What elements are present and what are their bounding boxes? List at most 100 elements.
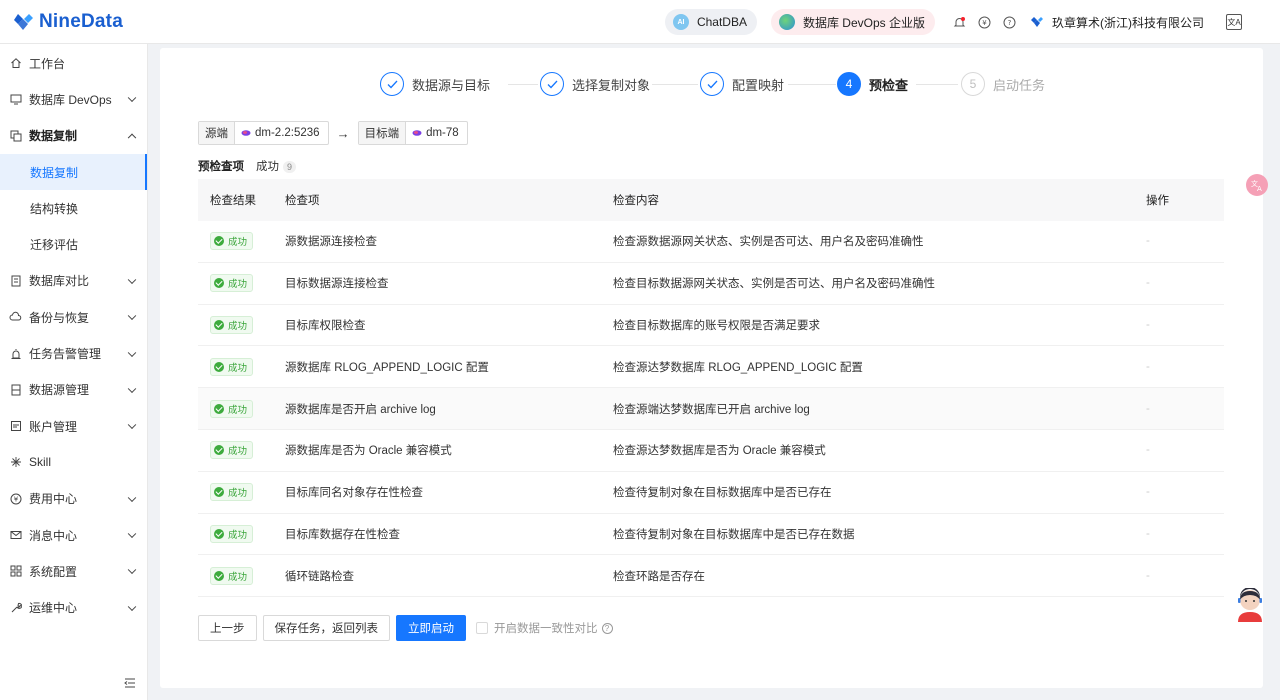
devops-edition-button[interactable]: 数据库 DevOps 企业版 — [770, 9, 935, 35]
action-cell: - — [1146, 318, 1150, 331]
support-avatar-icon[interactable] — [1235, 588, 1265, 622]
ninedata-logo-icon — [14, 13, 33, 30]
check-content-cell: 检查环路是否存在 — [613, 570, 705, 583]
step-label: 预检查 — [869, 77, 909, 93]
check-item-cell: 目标库权限检查 — [285, 319, 366, 332]
sidebar-item-label: 账户管理 — [29, 419, 78, 434]
sidebar-item-devops[interactable]: 数据库 DevOps — [0, 81, 147, 117]
tab-precheck-items[interactable]: 预检查项 — [198, 158, 244, 174]
check-item-cell: 源数据库 RLOG_APPEND_LOGIC 配置 — [285, 361, 489, 374]
footer-actions: 上一步 保存任务，返回列表 立即启动 开启数据一致性对比 ? — [198, 615, 613, 641]
status-label: 成功 — [228, 362, 248, 374]
sidebar-item-alarm[interactable]: 任务告警管理 — [0, 335, 147, 371]
table-row: 成功 目标库数据存在性检查 检查待复制对象在目标数据库中是否已存在数据 - — [198, 514, 1224, 556]
status-badge: 成功 — [210, 357, 254, 376]
step-select-objects[interactable]: 选择复制对象 — [540, 71, 650, 97]
sidebar-item-backup[interactable]: 备份与恢复 — [0, 299, 147, 335]
status-label: 成功 — [228, 529, 248, 541]
monitor-icon — [9, 93, 22, 106]
question-icon[interactable]: ? — [601, 622, 613, 634]
sidebar-item-system-config[interactable]: 系统配置 — [0, 553, 147, 589]
chevron-up-icon — [127, 133, 137, 142]
org-switcher[interactable]: 玖章算术(浙江)科技有限公司 — [1030, 14, 1204, 31]
dameng-db-icon — [241, 130, 251, 136]
sidebar-item-label: 任务告警管理 — [29, 347, 102, 362]
check-icon — [380, 72, 404, 96]
collapse-sidebar-icon[interactable] — [124, 678, 136, 688]
target-value-text: dm-78 — [426, 127, 459, 139]
table-row: 成功 循环链路检查 检查环路是否存在 - — [198, 555, 1224, 598]
check-content-cell: 检查待复制对象在目标数据库中是否已存在数据 — [613, 528, 855, 541]
check-item-cell: 循环链路检查 — [285, 570, 354, 583]
table-row: 成功 源数据库是否开启 archive log 检查源端达梦数据库已开启 archi… — [198, 388, 1224, 430]
result-cell: 成功 — [198, 524, 285, 543]
chevron-down-icon — [127, 275, 137, 284]
sidebar-item-messages[interactable]: 消息中心 — [0, 517, 147, 553]
sidebar-item-account[interactable]: 账户管理 — [0, 408, 147, 444]
save-return-button[interactable]: 保存任务，返回列表 — [262, 615, 390, 641]
svg-text:?: ? — [1007, 19, 1011, 27]
sidebar-item-label: 消息中心 — [29, 528, 78, 543]
step-precheck[interactable]: 4 预检查 — [837, 71, 908, 97]
status-label: 成功 — [228, 320, 248, 332]
notification-icon[interactable] — [951, 14, 967, 30]
language-icon[interactable]: 文A — [1226, 14, 1242, 30]
yen-coin-icon[interactable]: ¥ — [976, 14, 992, 30]
action-cell: - — [1146, 569, 1150, 582]
sidebar-item-db-compare[interactable]: 数据库对比 — [0, 263, 147, 299]
check-item-cell: 目标库数据存在性检查 — [285, 528, 400, 541]
sidebar-item-label: Skill — [29, 455, 52, 470]
check-content-cell: 检查待复制对象在目标数据库中是否已存在 — [613, 487, 832, 500]
success-check-icon — [214, 278, 224, 289]
sidebar-item-datasource[interactable]: 数据源管理 — [0, 372, 147, 408]
sidebar-item-label: 数据源管理 — [29, 383, 90, 398]
chevron-down-icon — [127, 565, 137, 575]
sidebar-item-skill[interactable]: Skill — [0, 444, 147, 480]
brand-logo[interactable]: NineData — [12, 11, 123, 33]
precheck-table: 检查结果 检查项 检查内容 操作 成功 源数据源连接检查 检查源数据源网关状态、实例… — [198, 179, 1224, 598]
sidebar-item-workbench[interactable]: 工作台 — [0, 45, 147, 81]
step-datasource[interactable]: 数据源与目标 — [380, 71, 490, 97]
check-icon — [700, 72, 724, 96]
sidebar-subitem-schema-convert[interactable]: 结构转换 — [0, 190, 147, 226]
action-cell: - — [1146, 277, 1150, 290]
start-now-button[interactable]: 立即启动 — [396, 615, 466, 641]
account-icon — [9, 420, 22, 433]
action-cell: - — [1146, 402, 1150, 415]
grid-icon — [9, 565, 22, 578]
sidebar-item-ops-center[interactable]: 运维中心 — [0, 589, 147, 625]
org-name: 玖章算术(浙江)科技有限公司 — [1052, 15, 1204, 30]
table-body: 成功 源数据源连接检查 检查源数据源网关状态、实例是否可达、用户名及密码准确性 - 成功… — [198, 221, 1224, 598]
home-icon — [9, 57, 22, 70]
result-cell: 成功 — [198, 232, 285, 251]
consistency-checkbox[interactable] — [476, 622, 488, 634]
chatdba-button[interactable]: AI ChatDBA — [664, 9, 757, 35]
compare-icon — [9, 274, 22, 287]
sidebar-item-replication[interactable]: 数据复制 — [0, 118, 147, 154]
svg-text:¥: ¥ — [13, 495, 18, 503]
action-cell: - — [1146, 360, 1150, 373]
sidebar-subitem-replication[interactable]: 数据复制 — [0, 153, 147, 191]
help-icon[interactable]: ? — [1001, 14, 1017, 30]
sidebar-item-billing[interactable]: ¥ 费用中心 — [0, 481, 147, 517]
step-number: 5 — [961, 72, 985, 96]
sidebar-subitem-migration-assessment[interactable]: 迁移评估 — [0, 226, 147, 262]
success-check-icon — [214, 528, 224, 539]
check-item-cell: 源数据库是否开启 archive log — [285, 403, 436, 416]
skill-icon — [9, 456, 22, 469]
source-endpoint: 源端 dm-2.2:5236 — [198, 121, 329, 145]
consistency-check-option[interactable]: 开启数据一致性对比 ? — [476, 620, 613, 636]
step-mapping[interactable]: 配置映射 — [700, 71, 784, 97]
chevron-down-icon — [127, 529, 137, 539]
status-badge: 成功 — [210, 566, 254, 585]
sidebar-item-label: 迁移评估 — [30, 238, 79, 253]
status-badge: 成功 — [210, 483, 254, 502]
translate-float-icon[interactable]: 文A — [1246, 174, 1268, 196]
ai-icon: AI — [672, 14, 689, 30]
target-endpoint: 目标端 dm-78 — [357, 121, 468, 145]
tab-success[interactable]: 成功 9 — [256, 158, 297, 174]
success-check-icon — [214, 361, 224, 372]
header-actions: AI ChatDBA 数据库 DevOps 企业版 ¥ ? 玖章算术(浙江)科技… — [664, 0, 1280, 44]
prev-step-button[interactable]: 上一步 — [198, 615, 257, 641]
step-start-task[interactable]: 5 启动任务 — [961, 71, 1045, 97]
